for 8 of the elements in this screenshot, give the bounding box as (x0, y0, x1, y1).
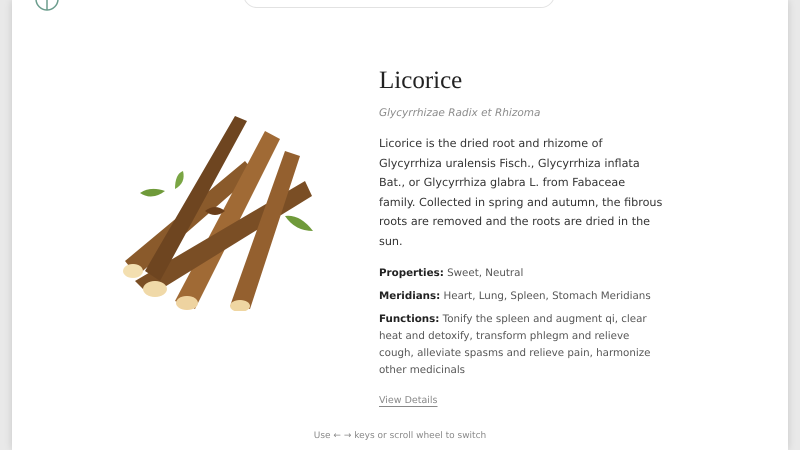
latin-name: Glycyrrhizae Radix et Rhizoma (379, 107, 542, 119)
herb-property: Properties: Sweet, Neutral (379, 266, 524, 281)
herb-property: Functions: Tonify the spleen and augment qi, clear heat and detoxify, transform phlegm and relieve cough, alleviate spasms and relieve pain, harmonize other medicinals (379, 312, 652, 378)
herb-description: Licorice is the dried root and rhizome of Glycyrrhiza uralensis Fisch., Glycyrrhiza inflata Bat., or Glycyrrhiza glabra L. from Fabaceae family. Collected in spring and autumn, the fibrous roots are removed and the roots are dried in the sun. (379, 136, 664, 250)
herb-property: Meridians: Heart, Lung, Spleen, Stomach Meridians (379, 289, 652, 304)
herb-title: Licorice (379, 66, 464, 96)
view-details-link[interactable]: View Details (379, 395, 438, 406)
navigation-hint: Use ← → keys or scroll wheel to switch (314, 431, 486, 441)
